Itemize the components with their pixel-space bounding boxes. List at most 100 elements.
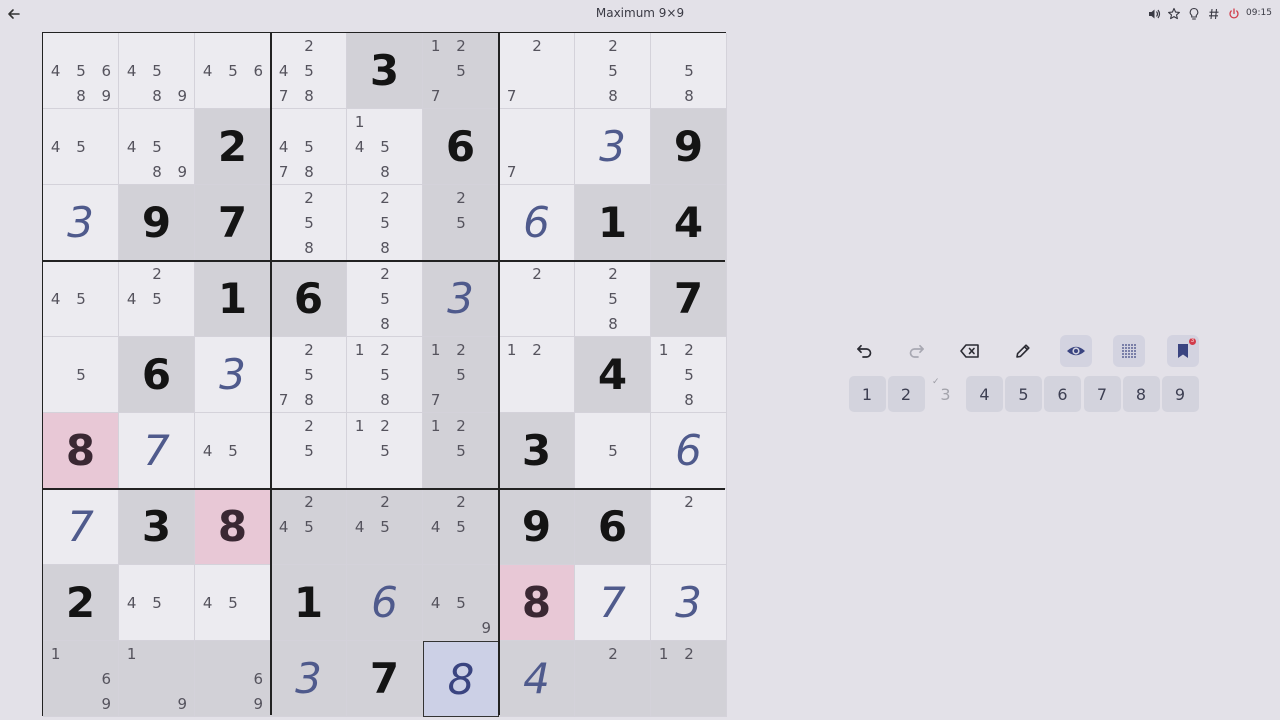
cell-r6c2[interactable]: 7: [119, 413, 195, 489]
redo-button[interactable]: [901, 335, 933, 367]
cell-r9c5[interactable]: 7: [347, 641, 423, 717]
cell-r1c4[interactable]: 24578: [271, 33, 347, 109]
cell-r3c8[interactable]: 1: [575, 185, 651, 261]
cell-r5c5[interactable]: 12 5 8: [347, 337, 423, 413]
cell-r6c9[interactable]: 6: [651, 413, 727, 489]
cell-r7c3[interactable]: 8: [195, 489, 271, 565]
volume-icon[interactable]: [1146, 6, 1162, 22]
cell-r7c8[interactable]: 6: [575, 489, 651, 565]
cell-r6c5[interactable]: 12 5: [347, 413, 423, 489]
cell-r4c1[interactable]: 45: [43, 261, 119, 337]
cell-r6c7[interactable]: 3: [499, 413, 575, 489]
cell-r7c9[interactable]: 2: [651, 489, 727, 565]
cell-r5c3[interactable]: 3: [195, 337, 271, 413]
power-icon[interactable]: [1226, 6, 1242, 22]
cell-r8c6[interactable]: 459: [423, 565, 499, 641]
cell-r9c9[interactable]: 12: [651, 641, 727, 717]
cell-r1c5[interactable]: 3: [347, 33, 423, 109]
cell-r1c2[interactable]: 45 89: [119, 33, 195, 109]
cell-r1c1[interactable]: 45689: [43, 33, 119, 109]
cell-r3c4[interactable]: 2 5 8: [271, 185, 347, 261]
cell-r5c4[interactable]: 2 578: [271, 337, 347, 413]
eye-button[interactable]: [1060, 335, 1092, 367]
cell-r9c1[interactable]: 1 6 9: [43, 641, 119, 717]
cell-r6c6[interactable]: 12 5: [423, 413, 499, 489]
cell-r8c9[interactable]: 3: [651, 565, 727, 641]
cell-r5c7[interactable]: 12: [499, 337, 575, 413]
bookmark-button[interactable]: 3: [1167, 335, 1199, 367]
cell-r2c1[interactable]: 45: [43, 109, 119, 185]
cell-r1c3[interactable]: 456: [195, 33, 271, 109]
cell-r7c2[interactable]: 3: [119, 489, 195, 565]
cell-r4c7[interactable]: 2: [499, 261, 575, 337]
cell-r2c7[interactable]: 7: [499, 109, 575, 185]
cell-r9c7[interactable]: 4: [499, 641, 575, 717]
cell-r9c8[interactable]: 2: [575, 641, 651, 717]
number-button-2[interactable]: 2: [887, 376, 925, 412]
cell-r4c6[interactable]: 3: [423, 261, 499, 337]
cell-r6c1[interactable]: 8: [43, 413, 119, 489]
cell-r4c3[interactable]: 1: [195, 261, 271, 337]
cell-r4c8[interactable]: 2 5 8: [575, 261, 651, 337]
number-button-6[interactable]: 6: [1044, 376, 1081, 412]
cell-r9c2[interactable]: 19: [119, 641, 195, 717]
cell-r3c1[interactable]: 3: [43, 185, 119, 261]
cell-r1c9[interactable]: 58: [651, 33, 727, 109]
cell-r8c1[interactable]: 2: [43, 565, 119, 641]
cell-r8c8[interactable]: 7: [575, 565, 651, 641]
cell-r2c2[interactable]: 45 89: [119, 109, 195, 185]
cell-r5c8[interactable]: 4: [575, 337, 651, 413]
cell-r2c5[interactable]: 1 45 8: [347, 109, 423, 185]
cell-r2c8[interactable]: 3: [575, 109, 651, 185]
cell-r7c7[interactable]: 9: [499, 489, 575, 565]
cell-r9c4[interactable]: 3: [271, 641, 347, 717]
cell-r3c3[interactable]: 7: [195, 185, 271, 261]
cell-r3c6[interactable]: 25: [423, 185, 499, 261]
number-button-9[interactable]: 9: [1161, 376, 1199, 412]
cell-r3c5[interactable]: 2 5 8: [347, 185, 423, 261]
cell-r9c3[interactable]: 69: [195, 641, 271, 717]
cell-r3c2[interactable]: 9: [119, 185, 195, 261]
cell-r4c4[interactable]: 6: [271, 261, 347, 337]
undo-button[interactable]: [848, 335, 880, 367]
cell-r7c4[interactable]: 245: [271, 489, 347, 565]
cell-r8c3[interactable]: 45: [195, 565, 271, 641]
cell-r4c2[interactable]: 245: [119, 261, 195, 337]
number-button-4[interactable]: 4: [966, 376, 1003, 412]
cell-r3c9[interactable]: 4: [651, 185, 727, 261]
cell-r7c1[interactable]: 7: [43, 489, 119, 565]
cell-r2c4[interactable]: 4578: [271, 109, 347, 185]
candidate-grid-button[interactable]: [1113, 335, 1145, 367]
number-button-8[interactable]: 8: [1122, 376, 1160, 412]
cell-r9c6[interactable]: 8: [423, 641, 499, 717]
erase-button[interactable]: [954, 335, 986, 367]
cell-r5c6[interactable]: 12 57: [423, 337, 499, 413]
cell-r1c6[interactable]: 12 57: [423, 33, 499, 109]
cell-r3c7[interactable]: 6: [499, 185, 575, 261]
cell-r8c5[interactable]: 6: [347, 565, 423, 641]
number-button-5[interactable]: 5: [1005, 376, 1042, 412]
cell-r2c9[interactable]: 9: [651, 109, 727, 185]
star-icon[interactable]: [1166, 6, 1182, 22]
cell-r6c4[interactable]: 25: [271, 413, 347, 489]
cell-r8c7[interactable]: 8: [499, 565, 575, 641]
number-button-7[interactable]: 7: [1083, 376, 1121, 412]
cell-r1c8[interactable]: 2 5 8: [575, 33, 651, 109]
cell-r5c9[interactable]: 12 5 8: [651, 337, 727, 413]
number-button-3[interactable]: 3 ✓: [927, 376, 964, 412]
cell-r5c2[interactable]: 6: [119, 337, 195, 413]
cell-r8c2[interactable]: 45: [119, 565, 195, 641]
cell-r4c5[interactable]: 2 5 8: [347, 261, 423, 337]
cell-r4c9[interactable]: 7: [651, 261, 727, 337]
lightbulb-icon[interactable]: [1186, 6, 1202, 22]
cell-r1c7[interactable]: 27: [499, 33, 575, 109]
hash-icon[interactable]: [1206, 6, 1222, 22]
cell-r8c4[interactable]: 1: [271, 565, 347, 641]
pencil-button[interactable]: [1007, 335, 1039, 367]
cell-r6c8[interactable]: 5: [575, 413, 651, 489]
cell-r6c3[interactable]: 45: [195, 413, 271, 489]
cell-r7c6[interactable]: 245: [423, 489, 499, 565]
cell-r7c5[interactable]: 245: [347, 489, 423, 565]
cell-r2c3[interactable]: 2: [195, 109, 271, 185]
cell-r5c1[interactable]: 5: [43, 337, 119, 413]
